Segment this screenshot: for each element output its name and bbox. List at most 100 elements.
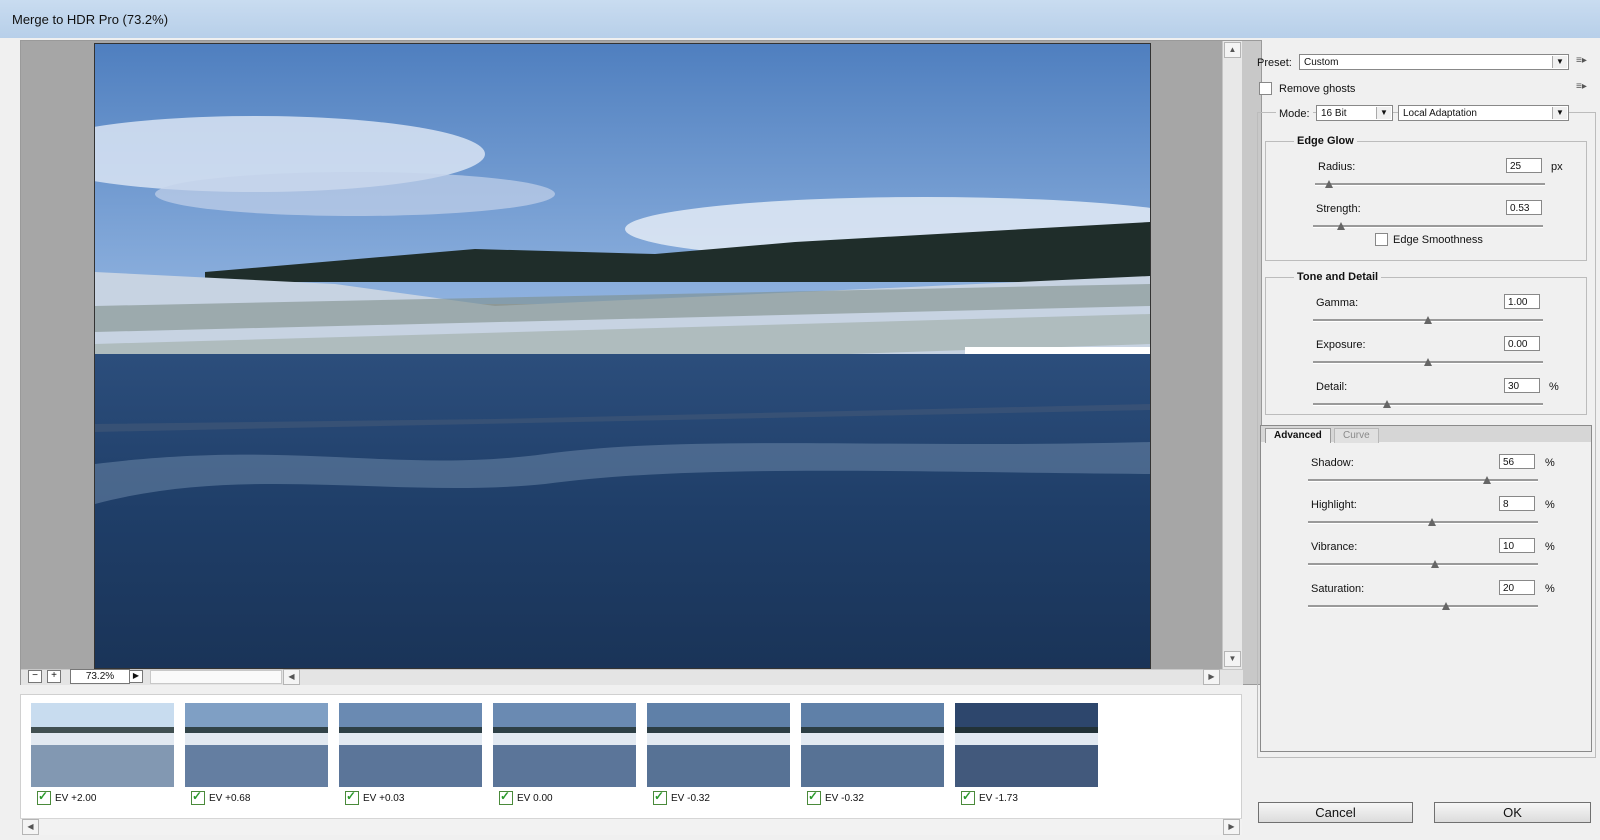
- shadow-field[interactable]: 56: [1499, 454, 1535, 469]
- ev-label: EV 0.00: [517, 792, 553, 804]
- source-thumbnail[interactable]: [31, 703, 174, 787]
- highlight-slider-thumb[interactable]: [1428, 518, 1437, 526]
- preset-value: Custom: [1304, 57, 1339, 68]
- scroll-left-icon[interactable]: ◀: [283, 669, 300, 685]
- cancel-button[interactable]: Cancel: [1258, 802, 1413, 823]
- source-thumbnail[interactable]: [647, 703, 790, 787]
- tab-curve[interactable]: Curve: [1334, 428, 1379, 443]
- title-bar: [0, 0, 1600, 38]
- zoom-menu-icon[interactable]: ▶: [129, 670, 143, 683]
- source-thumbnail[interactable]: [801, 703, 944, 787]
- window-title: Merge to HDR Pro (73.2%): [12, 12, 169, 27]
- saturation-field[interactable]: 20: [1499, 580, 1535, 595]
- detail-unit: %: [1549, 381, 1559, 393]
- zoom-level-field[interactable]: 73.2%: [70, 669, 130, 684]
- filmstrip-scroll-right-icon[interactable]: ▶: [1223, 819, 1240, 835]
- strength-slider-track[interactable]: [1313, 225, 1543, 228]
- source-thumbnail[interactable]: [339, 703, 482, 787]
- checkmark-icon: ✓: [500, 789, 511, 803]
- filmstrip-scrollbar[interactable]: ◀ ▶: [20, 818, 1242, 835]
- chevron-down-icon: ▼: [1376, 107, 1391, 119]
- edge-smoothness-label: Edge Smoothness: [1393, 234, 1483, 246]
- shadow-slider-track[interactable]: [1308, 479, 1538, 482]
- vibrance-label: Vibrance:: [1311, 541, 1358, 553]
- bit-depth-value: 16 Bit: [1321, 108, 1347, 119]
- method-value: Local Adaptation: [1403, 108, 1477, 119]
- include-image-checkbox[interactable]: ✓: [499, 789, 513, 805]
- source-image-toggle[interactable]: ✓ EV +0.68: [191, 789, 250, 807]
- include-image-checkbox[interactable]: ✓: [37, 789, 51, 805]
- source-image-toggle[interactable]: ✓ EV -0.32: [653, 789, 710, 807]
- saturation-slider-track[interactable]: [1308, 605, 1538, 608]
- highlight-field[interactable]: 8: [1499, 496, 1535, 511]
- gamma-slider-thumb[interactable]: [1424, 316, 1432, 324]
- source-image-toggle[interactable]: ✓ EV +2.00: [37, 789, 96, 807]
- source-thumbnail[interactable]: [493, 703, 636, 787]
- highlight-slider-track[interactable]: [1308, 521, 1538, 524]
- hdr-preview-image[interactable]: [94, 43, 1151, 669]
- ev-label: EV -1.73: [979, 792, 1018, 804]
- saturation-slider-thumb[interactable]: [1442, 602, 1450, 610]
- method-select[interactable]: Local Adaptation ▼: [1398, 105, 1569, 121]
- ev-label: EV +0.03: [363, 792, 405, 804]
- preset-menu-icon[interactable]: ≡▸: [1576, 55, 1587, 66]
- zoom-in-icon[interactable]: +: [47, 670, 61, 683]
- tab-advanced[interactable]: Advanced: [1265, 428, 1331, 443]
- scroll-up-icon[interactable]: ▲: [1224, 42, 1241, 58]
- scroll-right-icon[interactable]: ▶: [1203, 669, 1220, 685]
- edge-smoothness-checkbox[interactable]: [1375, 233, 1388, 246]
- radius-slider-thumb[interactable]: [1324, 180, 1333, 188]
- checkmark-icon: ✓: [654, 789, 665, 803]
- advanced-tab-panel: [1260, 425, 1592, 752]
- chevron-down-icon: ▼: [1552, 56, 1567, 68]
- checkmark-icon: ✓: [808, 789, 819, 803]
- preview-vertical-scrollbar[interactable]: ▲ ▼: [1222, 41, 1242, 669]
- edge-glow-title: Edge Glow: [1294, 135, 1357, 147]
- source-thumbnail[interactable]: [955, 703, 1098, 787]
- remove-ghosts-checkbox[interactable]: [1259, 82, 1272, 95]
- zoom-out-icon[interactable]: −: [28, 670, 42, 683]
- tone-detail-title: Tone and Detail: [1294, 271, 1382, 283]
- scroll-down-icon[interactable]: ▼: [1224, 651, 1241, 667]
- exposure-field[interactable]: 0.00: [1504, 336, 1540, 351]
- radius-field[interactable]: 25: [1506, 158, 1542, 173]
- include-image-checkbox[interactable]: ✓: [653, 789, 667, 805]
- strength-slider-thumb[interactable]: [1336, 222, 1345, 230]
- strength-field[interactable]: 0.53: [1506, 200, 1542, 215]
- preview-horizontal-scrollbar[interactable]: [150, 670, 282, 684]
- filmstrip-scroll-left-icon[interactable]: ◀: [22, 819, 39, 835]
- preset-select[interactable]: Custom ▼: [1299, 54, 1569, 70]
- chevron-down-icon: ▼: [1552, 107, 1567, 119]
- source-image-toggle[interactable]: ✓ EV -0.32: [807, 789, 864, 807]
- options-menu-icon[interactable]: ≡▸: [1576, 81, 1587, 92]
- include-image-checkbox[interactable]: ✓: [191, 789, 205, 805]
- source-image-toggle[interactable]: ✓ EV -1.73: [961, 789, 1018, 807]
- source-image-toggle[interactable]: ✓ EV +0.03: [345, 789, 405, 807]
- exposure-label: Exposure:: [1316, 339, 1366, 351]
- bit-depth-select[interactable]: 16 Bit ▼: [1316, 105, 1393, 121]
- exposure-slider-thumb[interactable]: [1424, 358, 1432, 366]
- source-image-toggle[interactable]: ✓ EV 0.00: [499, 789, 553, 807]
- detail-slider-thumb[interactable]: [1382, 400, 1391, 408]
- vibrance-slider-thumb[interactable]: [1430, 560, 1439, 568]
- ok-button[interactable]: OK: [1434, 802, 1591, 823]
- detail-field[interactable]: 30: [1504, 378, 1540, 393]
- include-image-checkbox[interactable]: ✓: [961, 789, 975, 805]
- radius-slider-track[interactable]: [1315, 183, 1545, 186]
- vibrance-unit: %: [1545, 541, 1555, 553]
- checkmark-icon: ✓: [346, 789, 357, 803]
- vibrance-slider-track[interactable]: [1308, 563, 1538, 566]
- radius-label: Radius:: [1318, 161, 1356, 173]
- include-image-checkbox[interactable]: ✓: [807, 789, 821, 805]
- vibrance-field[interactable]: 10: [1499, 538, 1535, 553]
- detail-slider-track[interactable]: [1313, 403, 1543, 406]
- gamma-label: Gamma:: [1316, 297, 1359, 309]
- source-thumbnail[interactable]: [185, 703, 328, 787]
- gamma-field[interactable]: 1.00: [1504, 294, 1540, 309]
- highlight-unit: %: [1545, 499, 1555, 511]
- shadow-unit: %: [1545, 457, 1555, 469]
- shadow-slider-thumb[interactable]: [1483, 476, 1492, 484]
- shadow-label: Shadow:: [1311, 457, 1354, 469]
- strength-label: Strength:: [1316, 203, 1361, 215]
- include-image-checkbox[interactable]: ✓: [345, 789, 359, 805]
